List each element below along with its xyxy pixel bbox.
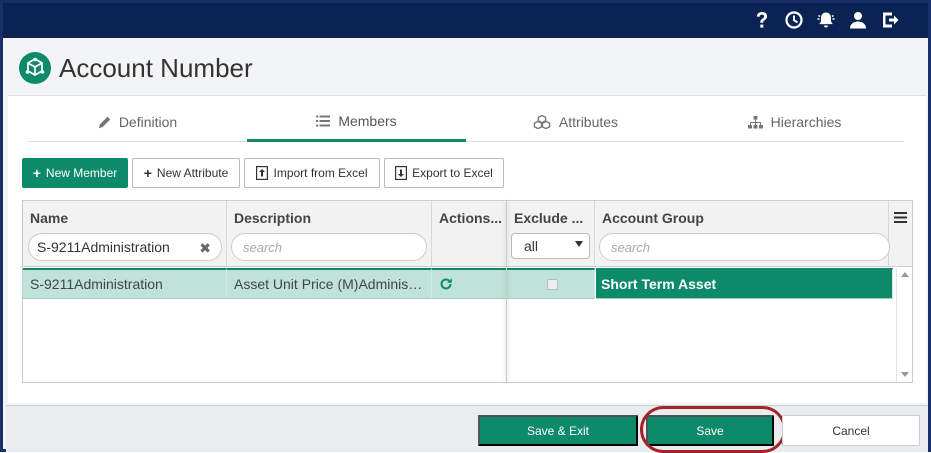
description-filter-input[interactable]: search	[231, 233, 427, 261]
cell-description[interactable]: Asset Unit Price (M)Administration	[227, 268, 432, 299]
name-filter-input[interactable]: S-9211Administration ✖	[28, 233, 222, 261]
logout-icon[interactable]	[874, 9, 906, 31]
page-header: Account Number	[19, 51, 253, 85]
members-toolbar: + New Member + New Attribute Import from…	[22, 158, 504, 188]
vertical-scrollbar[interactable]	[896, 268, 912, 382]
history-icon[interactable]	[778, 9, 810, 31]
account-group-filter-placeholder: search	[611, 239, 651, 255]
column-description-label: Description	[234, 210, 312, 226]
plus-icon: +	[143, 165, 152, 181]
column-name[interactable]: Name S-9211Administration ✖	[23, 201, 227, 267]
tab-hierarchies-label: Hierarchies	[770, 114, 842, 130]
dimension-logo-icon	[19, 52, 51, 84]
cancel-button[interactable]: Cancel	[782, 415, 920, 446]
page-title: Account Number	[59, 52, 253, 83]
column-actions-label: Actions...	[439, 210, 503, 226]
list-icon	[316, 115, 331, 126]
refresh-icon[interactable]	[439, 277, 453, 291]
column-account-group[interactable]: Account Group search	[595, 201, 890, 267]
export-excel-button[interactable]: Export to Excel	[384, 158, 504, 188]
header-icons	[746, 9, 906, 31]
column-actions[interactable]: Actions...	[432, 201, 507, 267]
description-filter-placeholder: search	[243, 239, 283, 255]
new-attribute-button[interactable]: + New Attribute	[132, 158, 240, 188]
grid-header: Name S-9211Administration ✖ Description …	[23, 201, 912, 267]
download-icon	[395, 166, 408, 180]
clear-filter-icon[interactable]: ✖	[199, 240, 211, 257]
chevron-down-icon	[575, 241, 583, 247]
exclude-filter-select[interactable]: all	[511, 233, 590, 259]
tab-definition[interactable]: Definition	[28, 102, 247, 142]
new-member-label: New Member	[45, 166, 118, 180]
column-description[interactable]: Description search	[227, 201, 432, 267]
name-filter-value: S-9211Administration	[37, 239, 170, 255]
pinned-column-divider	[506, 201, 507, 382]
tab-definition-label: Definition	[118, 114, 178, 130]
help-icon[interactable]	[746, 9, 778, 31]
app-window: Account Number Definition Members Attrib…	[0, 0, 931, 453]
new-member-button[interactable]: + New Member	[22, 158, 128, 188]
import-excel-label: Import from Excel	[273, 166, 368, 180]
user-icon[interactable]	[842, 9, 874, 31]
tab-members[interactable]: Members	[247, 102, 466, 142]
pencil-icon	[98, 116, 111, 128]
new-attribute-label: New Attribute	[156, 166, 229, 180]
sitemap-icon	[747, 115, 763, 128]
save-exit-button[interactable]: Save & Exit	[478, 415, 638, 446]
hamburger-icon	[894, 211, 907, 223]
account-group-filter-input[interactable]: search	[599, 233, 890, 261]
tab-hierarchies[interactable]: Hierarchies	[685, 102, 904, 142]
exclude-filter-value: all	[524, 238, 539, 254]
cell-exclude	[507, 268, 595, 299]
upload-icon	[256, 166, 269, 180]
cell-account-group[interactable]: Short Term Asset	[596, 268, 893, 299]
column-account-group-label: Account Group	[602, 210, 704, 226]
save-highlight-ring	[640, 406, 786, 453]
top-navigation-bar	[3, 3, 928, 38]
cubes-icon	[533, 115, 551, 129]
column-menu-button[interactable]	[889, 201, 912, 233]
column-exclude[interactable]: Exclude ... all	[507, 201, 595, 267]
scroll-down-icon[interactable]	[901, 372, 909, 377]
main-panel: Definition Members Attributes Hierarchie…	[8, 95, 926, 403]
tab-attributes-label: Attributes	[558, 114, 619, 130]
notifications-icon[interactable]	[810, 9, 842, 31]
tab-members-label: Members	[338, 112, 397, 129]
column-exclude-label: Exclude ...	[514, 210, 584, 226]
tab-bar: Definition Members Attributes Hierarchie…	[28, 102, 904, 142]
cell-actions	[432, 268, 507, 299]
scroll-up-icon[interactable]	[901, 272, 909, 277]
column-name-label: Name	[30, 210, 69, 226]
members-grid: Name S-9211Administration ✖ Description …	[22, 200, 913, 383]
cell-name[interactable]: S-9211Administration	[23, 268, 227, 299]
tab-attributes[interactable]: Attributes	[466, 102, 685, 142]
footer-bar: Save & Exit Save Cancel	[6, 405, 928, 453]
export-excel-label: Export to Excel	[412, 166, 493, 180]
plus-icon: +	[32, 165, 41, 181]
import-excel-button[interactable]: Import from Excel	[244, 158, 380, 188]
exclude-checkbox[interactable]	[547, 278, 558, 290]
table-row[interactable]: S-9211Administration Asset Unit Price (M…	[23, 268, 912, 299]
